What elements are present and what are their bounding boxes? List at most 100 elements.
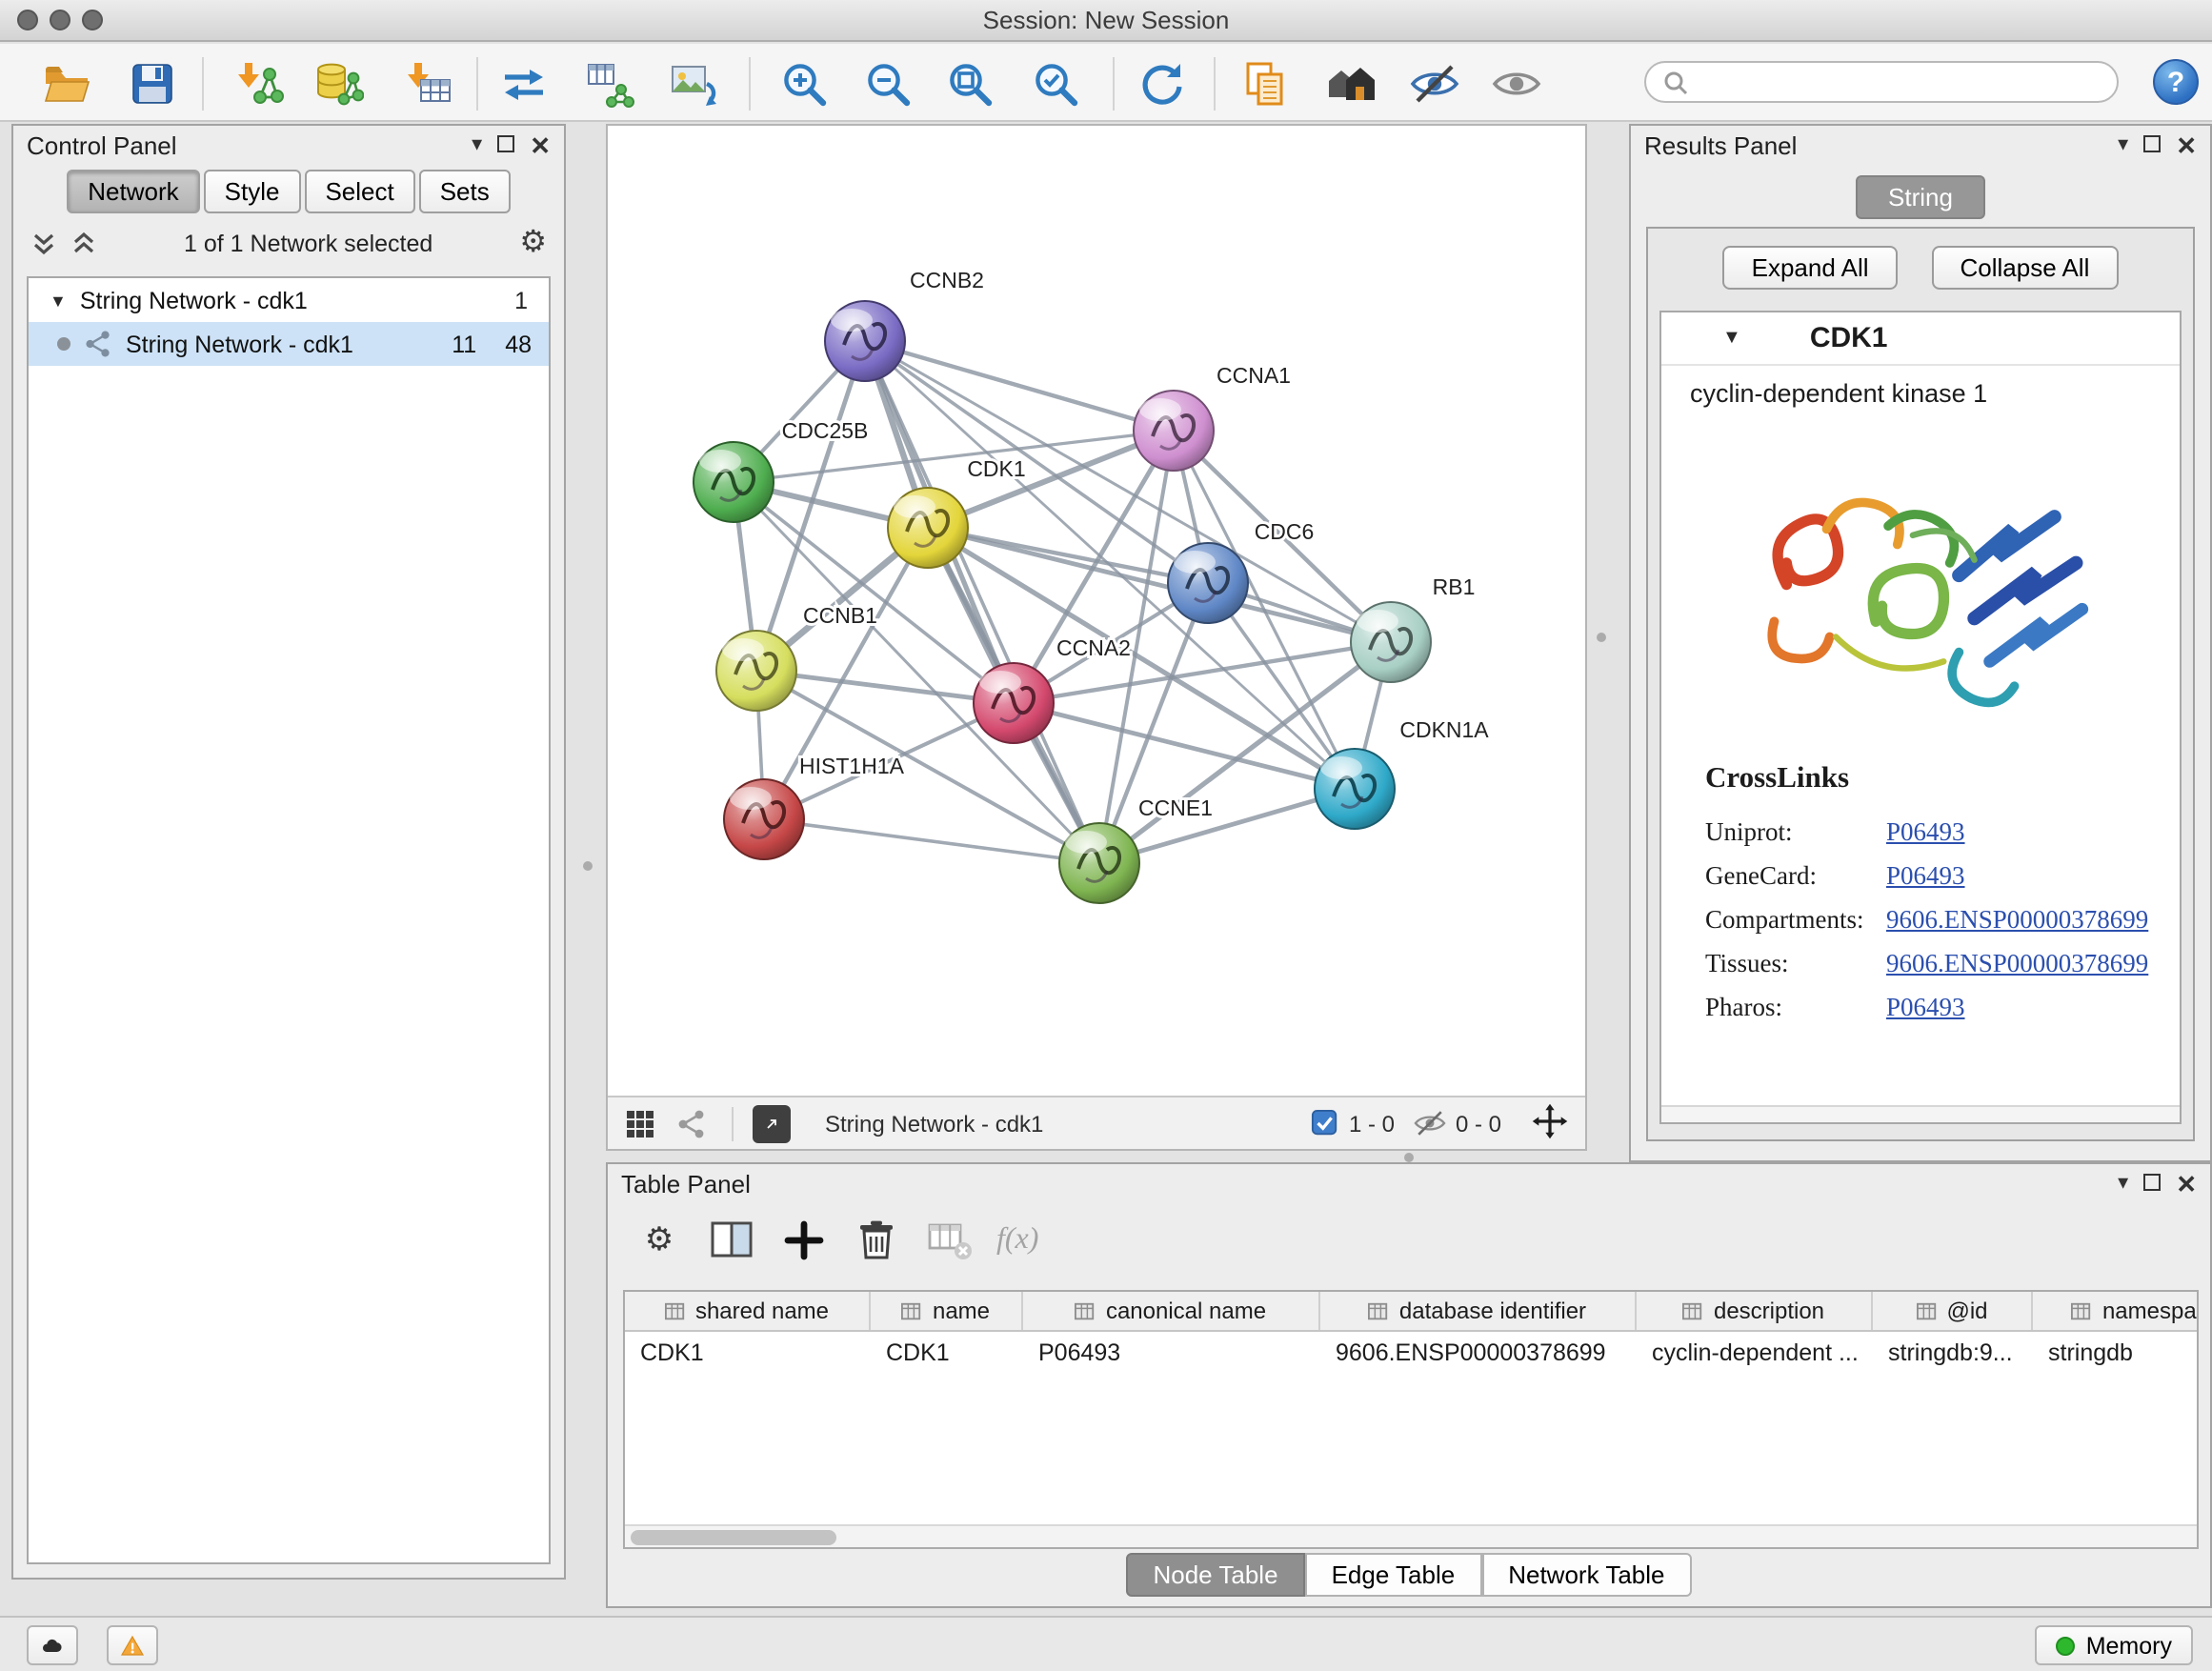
left-splitter-handle[interactable] — [583, 861, 593, 871]
network-collection-row[interactable]: ▼ String Network - cdk1 1 — [29, 278, 549, 322]
table-options-gear-button[interactable]: ⚙ — [634, 1216, 684, 1265]
network-edge[interactable] — [764, 819, 1099, 863]
zoom-fit-button[interactable] — [939, 53, 1000, 114]
panel-float-button[interactable] — [2143, 1173, 2161, 1196]
tab-sets[interactable]: Sets — [419, 170, 511, 213]
birds-eye-view-button[interactable] — [625, 1108, 655, 1138]
cell-canonical-name[interactable]: P06493 — [1023, 1332, 1320, 1372]
column-header-shared-name[interactable]: shared name — [625, 1292, 871, 1330]
memory-button[interactable]: Memory — [2035, 1625, 2193, 1665]
network-edge[interactable] — [865, 341, 1099, 863]
node-description: cyclin-dependent kinase 1 — [1661, 366, 2180, 408]
delete-column-button[interactable] — [852, 1216, 901, 1265]
cell-name[interactable]: CDK1 — [871, 1332, 1023, 1372]
refresh-layout-button[interactable] — [1132, 53, 1193, 114]
column-header-name[interactable]: name — [871, 1292, 1023, 1330]
panel-float-button[interactable] — [497, 134, 514, 157]
table-row[interactable]: CDK1 CDK1 P06493 9606.ENSP00000378699 cy… — [625, 1332, 2197, 1372]
zoom-selected-button[interactable] — [1025, 53, 1086, 114]
open-view-button[interactable] — [753, 1104, 791, 1142]
compartments-link[interactable]: 9606.ENSP00000378699 — [1886, 904, 2148, 935]
node-label-cdk1: CDK1 — [967, 456, 1025, 481]
collection-expand-icon[interactable]: ▼ — [50, 291, 67, 310]
panel-float-button[interactable] — [2143, 134, 2161, 157]
trash-icon — [852, 1216, 901, 1265]
import-table-button[interactable] — [398, 53, 459, 114]
cell-namespace[interactable]: stringdb — [2033, 1332, 2199, 1372]
table-horizontal-scrollbar[interactable] — [625, 1524, 2197, 1547]
tab-edge-table[interactable]: Edge Table — [1305, 1553, 1482, 1597]
expand-all-networks-button[interactable] — [30, 231, 57, 257]
network-graph[interactable]: CCNB2CCNA1CDC25BCDK1CDC6RB1CCNB1CCNA2CDK… — [608, 126, 1585, 1096]
panel-menu-button[interactable]: ▾ — [2118, 135, 2128, 156]
import-network-database-button[interactable] — [309, 53, 370, 114]
collapse-all-button[interactable]: Collapse All — [1932, 246, 2119, 290]
panel-menu-button[interactable]: ▾ — [2118, 1174, 2128, 1195]
results-horizontal-scrollbar[interactable] — [1661, 1105, 2180, 1122]
genecard-link[interactable]: P06493 — [1886, 860, 1965, 891]
cell-id[interactable]: stringdb:9... — [1873, 1332, 2033, 1372]
panel-close-button[interactable]: ✕ — [2176, 133, 2197, 158]
current-network-indicator — [57, 337, 70, 351]
uniprot-link[interactable]: P06493 — [1886, 816, 1965, 847]
results-panel-header: Results Panel ▾ ✕ — [1631, 126, 2210, 166]
expand-all-button[interactable]: Expand All — [1723, 246, 1898, 290]
panel-menu-button[interactable]: ▾ — [472, 135, 482, 156]
tab-style[interactable]: Style — [204, 170, 301, 213]
string-results-tab[interactable]: String — [1856, 175, 1985, 219]
panel-close-button[interactable]: ✕ — [530, 133, 551, 158]
control-panel-header: Control Panel ▾ ✕ — [13, 126, 564, 166]
tab-select[interactable]: Select — [304, 170, 414, 213]
network-edge[interactable] — [928, 528, 1391, 642]
scrollbar-thumb[interactable] — [631, 1530, 836, 1545]
import-network-file-button[interactable] — [229, 53, 290, 114]
collapse-all-networks-button[interactable] — [70, 231, 97, 257]
pan-mode-button[interactable] — [1532, 1102, 1568, 1144]
delete-table-button[interactable] — [924, 1216, 974, 1265]
share-icon — [676, 1108, 707, 1138]
cloud-status-button[interactable] — [27, 1625, 78, 1665]
column-header-namespace[interactable]: namespace — [2033, 1292, 2199, 1330]
export-image-button[interactable] — [663, 53, 724, 114]
network-edge[interactable] — [865, 341, 1174, 431]
show-columns-button[interactable] — [707, 1216, 756, 1265]
zoom-out-button[interactable] — [857, 53, 918, 114]
zoom-out-icon — [863, 59, 913, 109]
search-input[interactable] — [1699, 67, 2100, 97]
network-from-table-button[interactable] — [579, 53, 640, 114]
column-header-canonical-name[interactable]: canonical name — [1023, 1292, 1320, 1330]
float-icon — [2143, 134, 2161, 151]
circular-arrows-icon — [1137, 59, 1187, 109]
column-header-description[interactable]: description — [1637, 1292, 1873, 1330]
tab-network[interactable]: Network — [67, 170, 199, 213]
right-splitter-handle[interactable] — [1597, 633, 1606, 642]
bottom-splitter-handle[interactable] — [1404, 1153, 1414, 1162]
open-session-button[interactable] — [36, 53, 97, 114]
save-session-button[interactable] — [122, 53, 183, 114]
zoom-in-button[interactable] — [774, 53, 835, 114]
pharos-link[interactable]: P06493 — [1886, 992, 1965, 1022]
copy-button[interactable] — [1235, 53, 1296, 114]
node-details-header[interactable]: ▼ CDK1 — [1661, 312, 2180, 366]
help-button[interactable]: ? — [2153, 59, 2199, 105]
show-all-button[interactable] — [1486, 53, 1547, 114]
tab-node-table[interactable]: Node Table — [1126, 1553, 1304, 1597]
home-gallery-button[interactable] — [1320, 53, 1381, 114]
panel-close-button[interactable]: ✕ — [2176, 1172, 2197, 1197]
create-column-button[interactable] — [779, 1216, 829, 1265]
network-share-button[interactable] — [676, 1108, 707, 1138]
column-header-id[interactable]: @id — [1873, 1292, 2033, 1330]
column-header-database-identifier[interactable]: database identifier — [1320, 1292, 1637, 1330]
cell-description[interactable]: cyclin-dependent ... — [1637, 1332, 1873, 1372]
function-builder-button[interactable]: f(x) — [996, 1216, 1038, 1265]
apply-layout-button[interactable] — [493, 53, 554, 114]
tissues-link[interactable]: 9606.ENSP00000378699 — [1886, 948, 2148, 978]
cell-database-identifier[interactable]: 9606.ENSP00000378699 — [1320, 1332, 1637, 1372]
network-row-selected[interactable]: String Network - cdk1 11 48 — [29, 322, 549, 366]
tab-network-table[interactable]: Network Table — [1481, 1553, 1691, 1597]
hide-selected-button[interactable] — [1404, 53, 1465, 114]
network-options-gear-button[interactable]: ⚙ — [519, 229, 547, 259]
warnings-button[interactable] — [107, 1625, 158, 1665]
collapse-entry-icon[interactable]: ▼ — [1722, 328, 1741, 349]
cell-shared-name[interactable]: CDK1 — [625, 1332, 871, 1372]
